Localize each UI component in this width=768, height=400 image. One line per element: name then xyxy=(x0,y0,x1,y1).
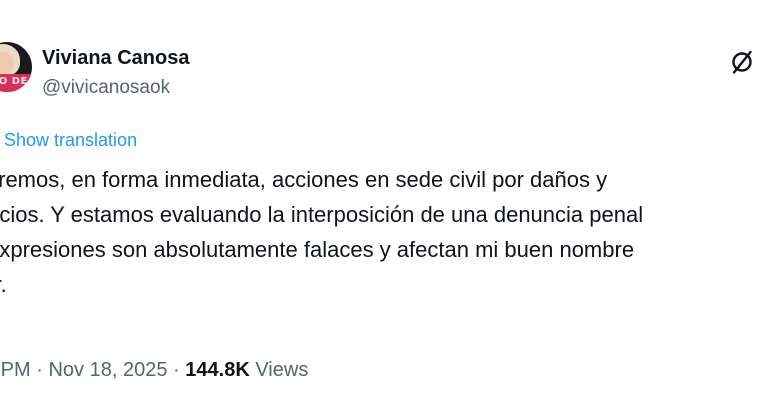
tweet-line: ciaremos, en forma inmediata, acciones e… xyxy=(0,167,608,192)
views-label: Views xyxy=(255,359,309,381)
author-display-name[interactable]: Viviana Canosa xyxy=(42,47,189,70)
tweet-line: s expresiones son absolutamente falaces … xyxy=(0,237,635,262)
views-count[interactable]: 144.8K xyxy=(185,359,250,381)
meta-separator: · xyxy=(173,359,180,381)
tweet-text: ciaremos, en forma inmediata, acciones e… xyxy=(0,162,760,337)
grok-icon[interactable] xyxy=(728,48,756,76)
tweet-line: rjuicios. Y estamos evaluando la interpo… xyxy=(0,202,644,227)
tweet-line: nor. xyxy=(0,272,7,297)
avatar[interactable]: ILO DE xyxy=(0,42,32,92)
tweet-time[interactable]: 6 PM xyxy=(0,359,31,381)
avatar-text: ILO DE xyxy=(0,76,28,87)
author-handle[interactable]: @vivicanosaok xyxy=(42,77,170,99)
tweet-line: n. xyxy=(0,302,760,337)
meta-separator: · xyxy=(36,359,43,381)
tweet-date[interactable]: Nov 18, 2025 xyxy=(48,359,167,381)
tweet-meta: 6 PM · Nov 18, 2025 · 144.8K Views xyxy=(0,359,308,382)
show-translation-link[interactable]: Show translation xyxy=(4,130,137,151)
